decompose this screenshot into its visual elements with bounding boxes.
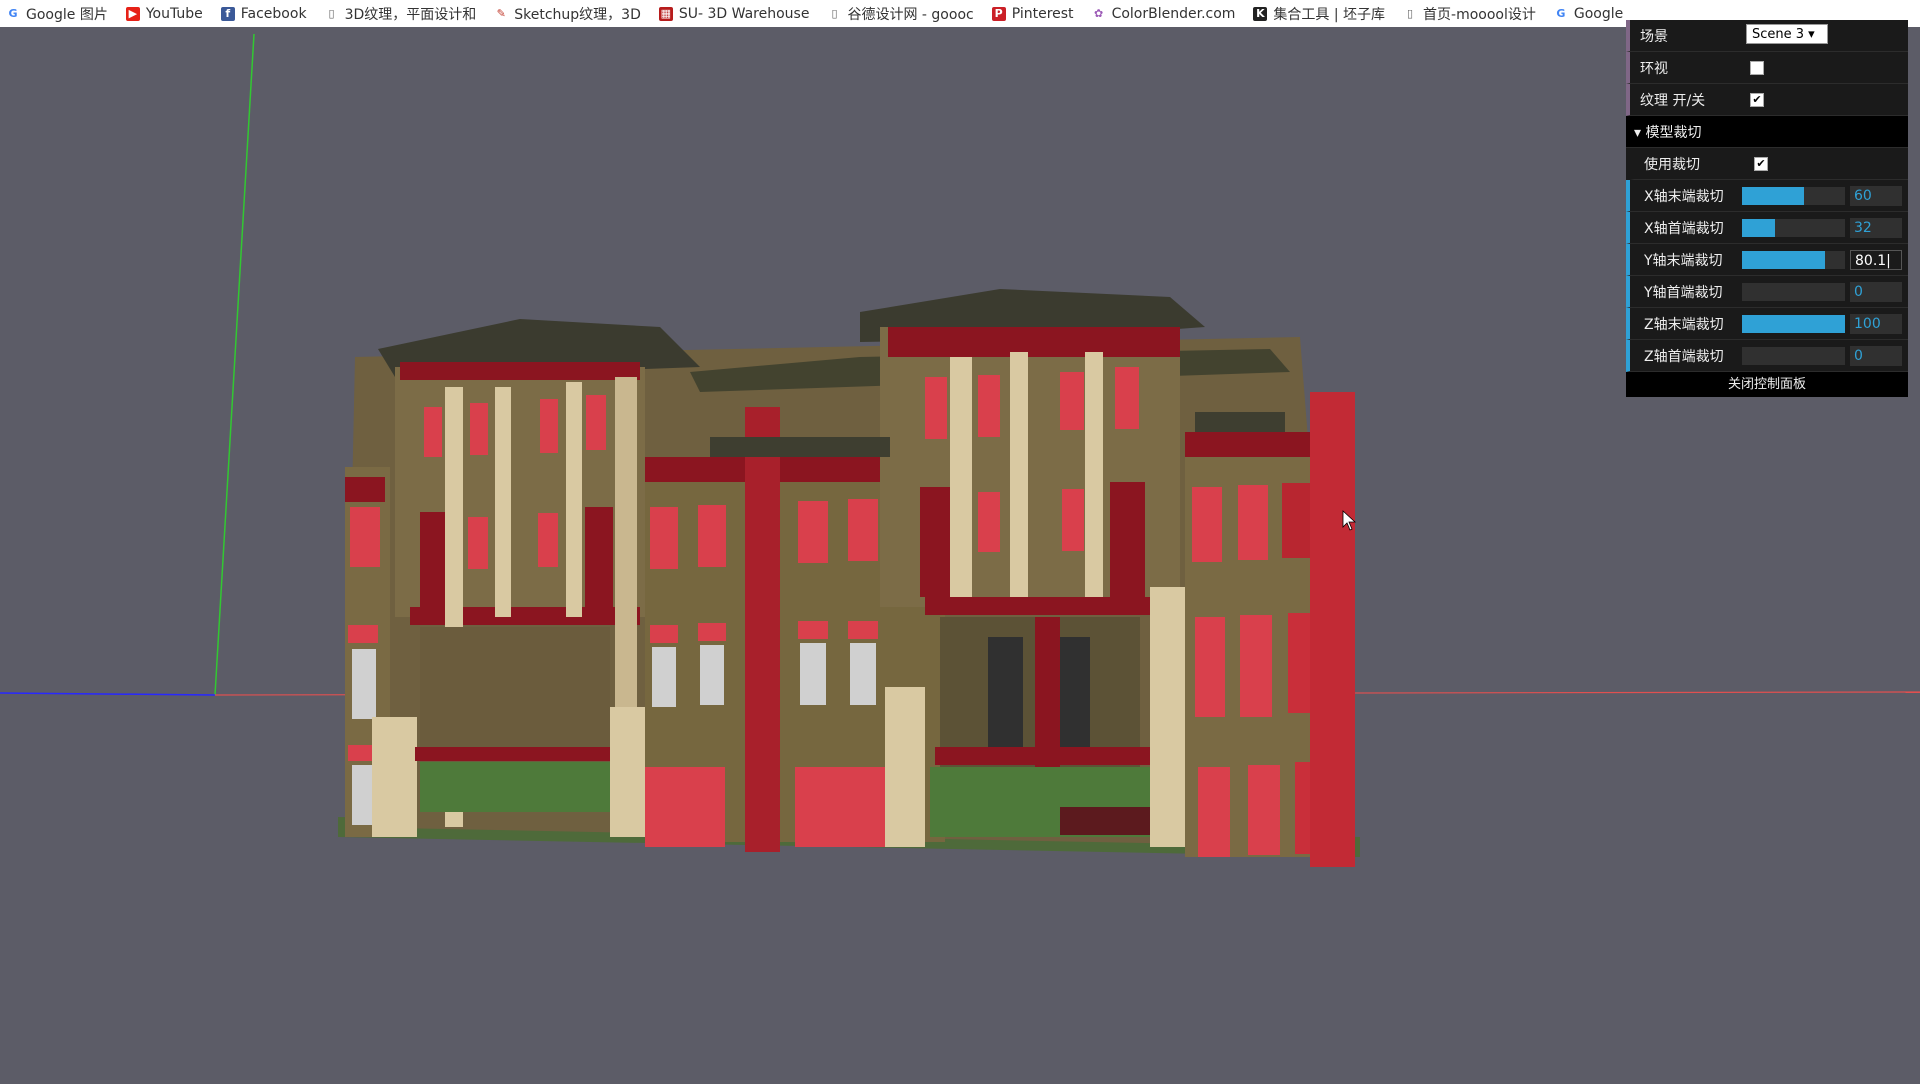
texture-checkbox[interactable]: ✔ (1750, 93, 1764, 107)
clip-slider-fill (1742, 315, 1845, 333)
clip-slider[interactable] (1742, 283, 1845, 301)
bookmark-label: Facebook (240, 5, 307, 22)
warehouse-icon: ▦ (658, 6, 673, 21)
bookmark-label: Google (1573, 5, 1624, 22)
clip-slider-row: Z轴末端裁切 100 (1626, 308, 1908, 340)
facebook-icon: f (220, 6, 235, 21)
clip-slider[interactable] (1742, 219, 1845, 237)
scene-label: 场景 (1640, 28, 1668, 45)
clip-slider-row: Y轴首端裁切 0 (1626, 276, 1908, 308)
clip-slider-row: X轴末端裁切 60 (1626, 180, 1908, 212)
bookmark-label: 谷德设计网 - goooc (847, 6, 974, 23)
clip-value-input[interactable]: 0 (1850, 282, 1902, 302)
texture-label: 纹理 开/关 (1640, 92, 1706, 109)
google-icon: G (1553, 6, 1568, 21)
clip-slider-row: Y轴末端裁切 80.1| (1626, 244, 1908, 276)
clip-slider-label: Z轴首端裁切 (1644, 348, 1724, 365)
bookmark-label: 首页-mooool设计 (1423, 6, 1536, 23)
bookmark-item[interactable]: ✿ ColorBlender.com (1091, 5, 1236, 22)
clip-value-input[interactable]: 32 (1850, 218, 1902, 238)
use-clip-label: 使用裁切 (1644, 156, 1700, 173)
z-axis-line (0, 692, 216, 696)
orbit-label: 环视 (1640, 60, 1668, 77)
clip-value-input[interactable]: 100 (1850, 314, 1902, 334)
tool-icon: K (1253, 6, 1268, 21)
orbit-row: 环视 (1626, 52, 1908, 84)
clip-slider-label: Y轴首端裁切 (1644, 284, 1723, 301)
bookmark-item[interactable]: G Google (1553, 5, 1624, 22)
colorblender-icon: ✿ (1091, 6, 1106, 21)
clip-slider-label: X轴首端裁切 (1644, 220, 1724, 237)
control-panel: 场景 Scene 3 ▾ 环视 纹理 开/关 ✔ ▾ 模型裁切 使用裁切 ✔ X… (1626, 20, 1908, 397)
sketchup-icon: ✎ (494, 6, 509, 21)
scene-row: 场景 Scene 3 ▾ (1626, 20, 1908, 52)
clip-slider-row: Z轴首端裁切 0 (1626, 340, 1908, 372)
clip-slider-fill (1742, 219, 1775, 237)
use-clip-row: 使用裁切 ✔ (1630, 148, 1908, 180)
bookmark-item[interactable]: ▯ 3D纹理，平面设计和 (324, 4, 477, 24)
bookmark-label: 集合工具 | 坯子库 (1273, 6, 1386, 23)
clip-folder-title[interactable]: ▾ 模型裁切 (1626, 116, 1908, 148)
bookmark-item[interactable]: ▦ SU- 3D Warehouse (658, 5, 810, 22)
bookmark-item[interactable]: G Google 图片 (6, 4, 108, 24)
clip-slider[interactable] (1742, 347, 1845, 365)
bookmark-item[interactable]: ▶ YouTube (125, 5, 203, 22)
clip-slider-label: Z轴末端裁切 (1644, 316, 1724, 333)
clip-value-input[interactable]: 80.1| (1850, 250, 1902, 270)
bookmark-item[interactable]: ▯ 首页-mooool设计 (1403, 4, 1536, 24)
clip-slider[interactable] (1742, 315, 1845, 333)
close-panel-button[interactable]: 关闭控制面板 (1626, 372, 1908, 397)
bookmark-item[interactable]: K 集合工具 | 坯子库 (1253, 4, 1385, 24)
bookmark-item[interactable]: ✎ Sketchup纹理，3D (494, 4, 641, 24)
pinterest-icon: P (991, 6, 1006, 21)
clip-slider-label: X轴末端裁切 (1644, 188, 1724, 205)
orbit-checkbox[interactable] (1750, 61, 1764, 75)
bookmark-label: Google 图片 (26, 6, 108, 23)
clip-slider-row: X轴首端裁切 32 (1626, 212, 1908, 244)
bookmark-item[interactable]: P Pinterest (991, 5, 1074, 22)
google-icon: G (6, 6, 20, 21)
clip-value-input[interactable]: 0 (1850, 346, 1902, 366)
bookmark-label: ColorBlender.com (1111, 5, 1236, 22)
clip-slider[interactable] (1742, 187, 1845, 205)
clip-slider-fill (1742, 251, 1825, 269)
texture-row: 纹理 开/关 ✔ (1626, 84, 1908, 116)
clip-slider-label: Y轴末端裁切 (1644, 252, 1723, 269)
page-icon: ▯ (324, 6, 339, 21)
use-clip-checkbox[interactable]: ✔ (1754, 157, 1768, 171)
scene-select[interactable]: Scene 3 ▾ (1746, 24, 1828, 44)
page-icon: ▯ (827, 6, 842, 21)
bookmark-label: SU- 3D Warehouse (678, 5, 810, 22)
building-model (338, 289, 1360, 867)
page-icon: ▯ (1403, 6, 1418, 21)
clip-slider-fill (1742, 187, 1804, 205)
clip-value-input[interactable]: 60 (1850, 186, 1902, 206)
y-axis-line (214, 33, 255, 696)
bookmark-item[interactable]: f Facebook (220, 5, 307, 22)
clip-slider[interactable] (1742, 251, 1845, 269)
bookmark-label: Pinterest (1011, 5, 1074, 22)
bookmark-label: YouTube (145, 5, 203, 22)
bookmark-label: Sketchup纹理，3D (514, 6, 641, 23)
bookmark-item[interactable]: ▯ 谷德设计网 - goooc (827, 4, 974, 24)
youtube-icon: ▶ (125, 6, 140, 21)
bookmark-label: 3D纹理，平面设计和 (344, 6, 477, 23)
